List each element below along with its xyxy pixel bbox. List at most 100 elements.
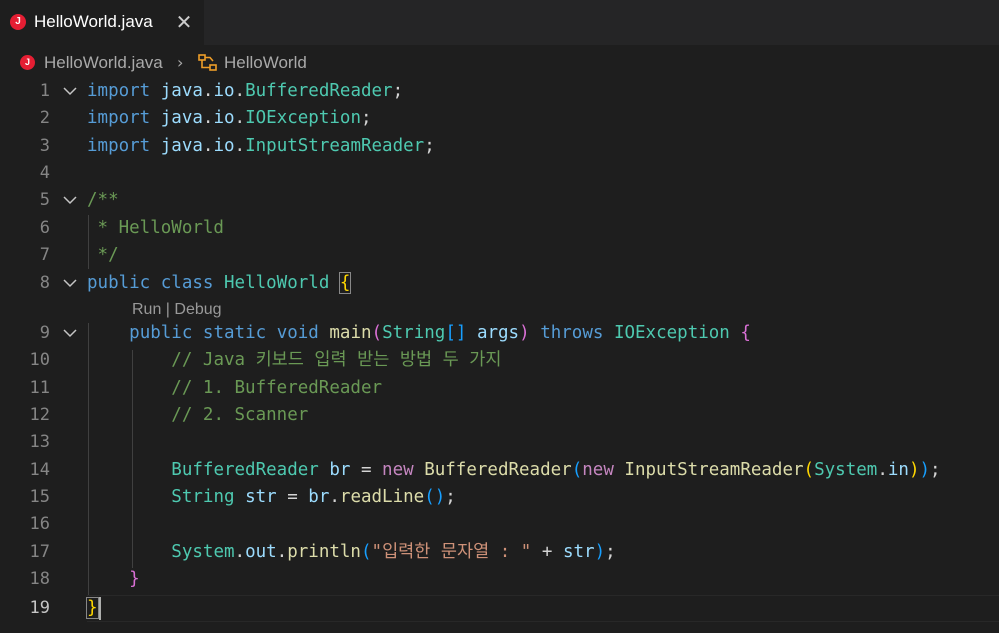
code-line: } <box>87 566 140 593</box>
code-token: BufferedReader <box>245 81 393 101</box>
line-number: 12 <box>29 405 50 425</box>
code-token: . <box>877 460 888 480</box>
line-number: 13 <box>29 432 50 452</box>
breadcrumb-class[interactable]: HelloWorld <box>224 52 307 74</box>
code-token: import <box>87 136 151 156</box>
code-line: String str = br.readLine(); <box>87 484 456 511</box>
code-token: // 2. Scanner <box>171 405 309 425</box>
codelens-run-debug[interactable]: Run | Debug <box>132 298 222 322</box>
code-token: throws <box>540 323 604 343</box>
line-number: 17 <box>29 542 50 562</box>
code-token: ( <box>371 323 383 343</box>
code-token: String <box>171 487 235 507</box>
code-line: // 1. BufferedReader <box>87 375 382 402</box>
line-number: 11 <box>29 378 50 398</box>
code-token: { <box>338 272 352 294</box>
code-token: IOException <box>245 108 361 128</box>
editor-tab-helloworld[interactable]: J HelloWorld.java ✕ <box>0 0 204 45</box>
code-token: * HelloWorld <box>87 218 224 238</box>
code-token: } <box>86 597 99 619</box>
line-number: 18 <box>29 569 50 589</box>
code-token: ( <box>360 542 372 562</box>
code-token: out <box>245 542 277 562</box>
code-line: // Java 키보드 입력 받는 방법 두 가지 <box>87 347 501 374</box>
code-token: ) <box>908 460 920 480</box>
code-token: ) <box>919 460 931 480</box>
code-token: // Java 키보드 입력 받는 방법 두 가지 <box>171 350 502 370</box>
fold-chevron-down-icon[interactable] <box>63 320 77 347</box>
tab-bar: J HelloWorld.java ✕ <box>0 0 999 45</box>
code-token: . <box>234 136 246 156</box>
code-token: import <box>87 108 151 128</box>
code-token: public <box>87 273 151 293</box>
line-number: 8 <box>39 273 50 293</box>
code-line: */ <box>87 242 119 269</box>
code-token: . <box>329 487 340 507</box>
line-number: 14 <box>29 460 50 480</box>
fold-chevron-down-icon[interactable] <box>63 187 77 214</box>
code-token: readLine <box>339 487 425 507</box>
code-token: main <box>329 323 372 343</box>
line-number: 6 <box>39 218 50 238</box>
line-number: 4 <box>39 163 50 183</box>
code-line: import java.io.InputStreamReader; <box>87 133 435 160</box>
line-number: 16 <box>29 514 50 534</box>
code-line: } <box>86 595 99 622</box>
line-number: 5 <box>39 190 50 210</box>
code-line: // 2. Scanner <box>87 402 308 429</box>
code-token: ; <box>605 542 616 562</box>
code-token: IOException <box>613 323 730 343</box>
class-symbol-icon <box>198 54 217 71</box>
code-token: ; <box>445 487 456 507</box>
code-token: [] <box>445 323 467 343</box>
code-token: System <box>814 460 878 480</box>
close-icon[interactable]: ✕ <box>174 10 194 34</box>
code-token: "입력한 문자열 : " <box>371 542 532 562</box>
code-token: /** <box>87 190 119 210</box>
code-token: java <box>160 81 203 101</box>
code-token: class <box>160 273 214 293</box>
code-token: String <box>382 323 446 343</box>
line-number: 7 <box>39 245 50 265</box>
code-token: new <box>582 460 614 480</box>
code-token: str <box>562 542 595 562</box>
fold-chevron-down-icon[interactable] <box>63 78 77 105</box>
code-token: println <box>287 542 361 562</box>
code-token: System <box>171 542 235 562</box>
code-token: HelloWorld <box>224 273 330 293</box>
breadcrumb-file[interactable]: HelloWorld.java <box>44 52 163 74</box>
code-token: br <box>308 487 330 507</box>
code-token: InputStreamReader <box>245 136 425 156</box>
code-token: . <box>202 136 214 156</box>
code-token: . <box>234 108 246 128</box>
code-token: ; <box>361 108 372 128</box>
line-number: 10 <box>29 350 50 370</box>
java-file-icon: J <box>10 14 26 30</box>
code-token: static <box>202 323 267 343</box>
chevron-right-icon: › <box>177 53 184 72</box>
code-line: * HelloWorld <box>87 215 224 242</box>
code-token: = <box>350 460 383 480</box>
code-token: io <box>213 136 235 156</box>
code-token: ) <box>594 542 606 562</box>
code-token: InputStreamReader <box>624 460 804 480</box>
fold-chevron-down-icon[interactable] <box>63 270 77 297</box>
code-token: . <box>202 108 214 128</box>
text-cursor <box>99 597 101 620</box>
